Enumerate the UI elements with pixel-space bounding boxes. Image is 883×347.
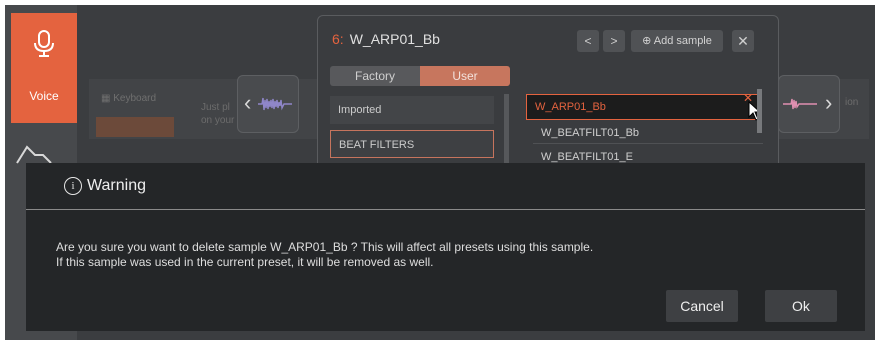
- waveform-icon: [258, 97, 292, 111]
- add-sample-button[interactable]: ⊕ Add sample: [631, 30, 723, 52]
- sample-item-selected[interactable]: W_ARP01_Bb: [526, 94, 760, 120]
- cancel-button[interactable]: Cancel: [666, 290, 738, 322]
- ok-button[interactable]: Ok: [765, 290, 837, 322]
- next-sample-nav[interactable]: ›: [778, 75, 840, 133]
- waveform-icon: [783, 98, 817, 110]
- preset-title: 6: W_ARP01_Bb: [332, 31, 440, 47]
- previous-sample-nav[interactable]: ‹: [237, 75, 299, 133]
- dialog-header: i Warning: [26, 163, 865, 210]
- info-icon: i: [64, 177, 82, 195]
- keyboard-label: ▦ Keyboard: [101, 93, 157, 104]
- app-window: Voice ▦ Keyboard Just pl on your ion ‹ ›…: [5, 5, 875, 340]
- chevron-left-icon: ‹: [244, 90, 252, 115]
- dialog-title: Warning: [87, 177, 146, 194]
- background-right-text: ion: [845, 97, 859, 108]
- previous-button[interactable]: <: [577, 30, 599, 52]
- background-button: [96, 117, 174, 137]
- chevron-right-icon: ›: [825, 90, 833, 115]
- voice-tab-label: Voice: [29, 89, 59, 103]
- sample-item[interactable]: W_BEATFILT01_Bb: [533, 122, 763, 144]
- dialog-message: Are you sure you want to delete sample W…: [56, 240, 594, 269]
- sample-scrollbar[interactable]: [757, 89, 762, 133]
- voice-tab[interactable]: Voice: [11, 13, 77, 123]
- close-browser-button[interactable]: ✕: [732, 30, 754, 52]
- warning-dialog: i Warning Are you sure you want to delet…: [26, 163, 865, 331]
- background-hint: Just pl on your: [201, 102, 235, 126]
- tab-user[interactable]: User: [420, 66, 510, 86]
- tab-factory[interactable]: Factory: [330, 66, 420, 86]
- microphone-icon: [34, 30, 54, 57]
- category-item-selected[interactable]: BEAT FILTERS: [330, 130, 494, 158]
- category-item[interactable]: Imported: [330, 96, 494, 124]
- next-button[interactable]: >: [603, 30, 625, 52]
- plus-circle-icon: ⊕: [642, 35, 652, 47]
